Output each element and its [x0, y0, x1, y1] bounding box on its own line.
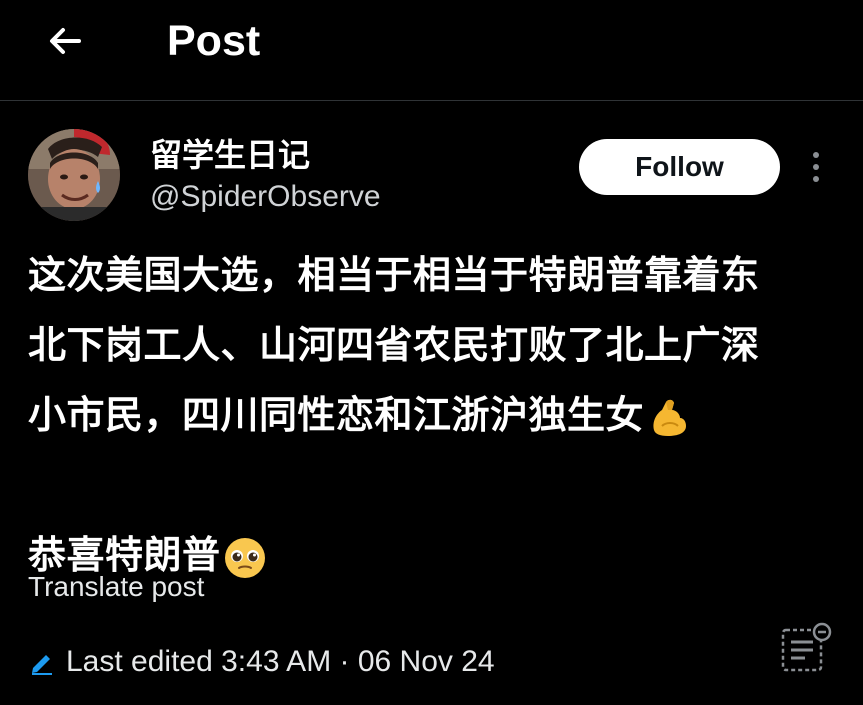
- author-handle[interactable]: @SpiderObserve: [150, 178, 381, 216]
- post-line: 这次美国大选，相当于相当于特朗普靠着东: [28, 253, 760, 297]
- flexed-biceps-emoji: [653, 399, 687, 436]
- post-page: Post 留学生日记 @SpiderObserve Follow 这次美国大选，…: [0, 0, 863, 705]
- arrow-left-icon: [50, 28, 81, 54]
- edited-info[interactable]: Last edited 3:43 AM · 06 Nov 24: [28, 642, 495, 682]
- back-button[interactable]: [38, 14, 92, 68]
- reader-mode-icon: [781, 622, 832, 672]
- more-vertical-icon: [813, 152, 819, 158]
- avatar[interactable]: [28, 129, 120, 221]
- more-vertical-icon-dot: [813, 164, 819, 170]
- page-title: Post: [167, 17, 261, 65]
- more-options-button[interactable]: [800, 146, 832, 188]
- last-edited-text: Last edited 3:43 AM · 06 Nov 24: [66, 645, 495, 678]
- pleading-face-emoji: [224, 537, 265, 578]
- top-bar: Post: [0, 0, 863, 101]
- more-vertical-icon-dot: [813, 176, 819, 182]
- translate-post-link[interactable]: Translate post: [28, 570, 204, 604]
- avatar-image: [28, 129, 120, 221]
- post-line-text: 小市民，四川同性恋和江浙沪独生女: [28, 393, 645, 437]
- author-display-name[interactable]: 留学生日记: [150, 135, 310, 175]
- post-line: 小市民，四川同性恋和江浙沪独生女: [28, 380, 833, 450]
- reader-mode-button[interactable]: [778, 622, 834, 674]
- post-text: 这次美国大选，相当于相当于特朗普靠着东 北下岗工人、山河四省农民打败了北上广深 …: [28, 240, 833, 590]
- follow-button[interactable]: Follow: [579, 139, 780, 195]
- post-line: 北下岗工人、山河四省农民打败了北上广深: [28, 323, 760, 367]
- pencil-icon: [32, 655, 52, 675]
